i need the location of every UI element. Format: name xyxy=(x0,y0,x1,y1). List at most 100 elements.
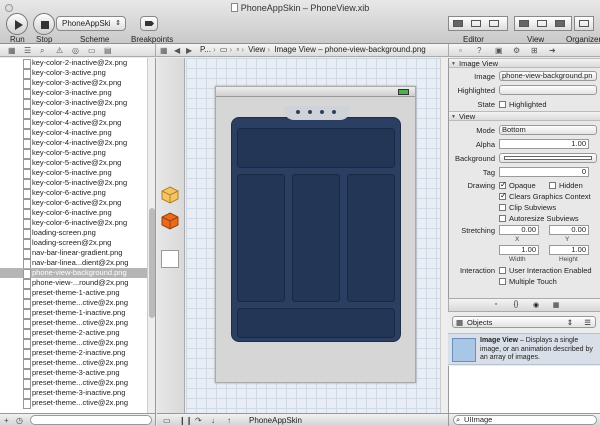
file-list-item[interactable]: key-color-4-active.png xyxy=(0,108,155,119)
file-list-item[interactable]: preset-theme-1-inactive.png xyxy=(0,308,155,319)
file-list-item[interactable]: key-color-5-active@2x.png xyxy=(0,158,155,169)
file-list-item[interactable]: key-color-6-inactive@2x.png xyxy=(0,218,155,229)
file-list-item[interactable]: preset-theme...ctive@2x.png xyxy=(0,398,155,409)
view-segmented-control[interactable] xyxy=(514,16,572,31)
file-list-item[interactable]: loading-screen@2x.png xyxy=(0,238,155,249)
back-arrow-icon[interactable]: ◀ xyxy=(174,46,180,55)
file-list-item[interactable]: key-color-6-inactive.png xyxy=(0,208,155,219)
connections-inspector-icon[interactable]: ➜ xyxy=(549,46,556,55)
utilities-toggle-icon[interactable] xyxy=(555,20,565,27)
hidden-checkbox[interactable]: Hidden xyxy=(549,181,583,190)
file-inspector-icon[interactable]: ▫ xyxy=(459,46,462,55)
file-list-item[interactable]: loading-screen.png xyxy=(0,228,155,239)
step-into-icon[interactable]: ↓ xyxy=(211,416,215,425)
checkbox[interactable] xyxy=(499,215,506,222)
interface-builder-canvas[interactable] xyxy=(186,58,448,413)
forward-arrow-icon[interactable]: ▶ xyxy=(186,46,192,55)
first-responder-cube-icon[interactable] xyxy=(161,212,179,230)
file-list-item[interactable]: phone-view-...round@2x.png xyxy=(0,278,155,289)
file-list-item[interactable]: key-color-2-inactive@2x.png xyxy=(0,58,155,69)
attributes-inspector-icon[interactable]: ⚙ xyxy=(513,46,520,55)
file-list-item[interactable]: preset-theme-2-active.png xyxy=(0,328,155,339)
standard-editor-icon[interactable] xyxy=(453,20,463,27)
breadcrumb-view[interactable]: View xyxy=(248,45,265,54)
file-list-item[interactable]: nav-bar-linea...dient@2x.png xyxy=(0,258,155,269)
project-navigator-icon[interactable]: ▦ xyxy=(8,46,16,55)
checkbox[interactable] xyxy=(499,267,506,274)
stretch-height-field[interactable]: 1.00 xyxy=(549,245,589,255)
file-list-item[interactable]: preset-theme...ctive@2x.png xyxy=(0,298,155,309)
stretch-width-field[interactable]: 1.00 xyxy=(499,245,539,255)
scroll-thumb[interactable] xyxy=(149,208,155,318)
file-list-item[interactable]: preset-theme-1-active.png xyxy=(0,288,155,299)
highlighted-select[interactable] xyxy=(499,85,597,95)
version-editor-icon[interactable] xyxy=(489,20,499,27)
file-list-item[interactable]: nav-bar-linear-gradient.png xyxy=(0,248,155,259)
navigator-toggle-icon[interactable] xyxy=(519,20,529,27)
navigator-scrollbar[interactable] xyxy=(147,58,155,413)
tag-field[interactable]: 0 xyxy=(499,167,589,177)
file-list-item[interactable]: key-color-3-active@2x.png xyxy=(0,78,155,89)
library-filter-select[interactable]: ▦ Objects ⇕ ☰ xyxy=(452,316,596,328)
breakpoints-button[interactable] xyxy=(140,16,158,31)
file-list-item[interactable]: key-color-6-active.png xyxy=(0,188,155,199)
checkbox[interactable] xyxy=(499,101,506,108)
navigator-filter-input[interactable] xyxy=(30,415,152,425)
file-list-item[interactable]: preset-theme...ctive@2x.png xyxy=(0,338,155,349)
editor-segmented-control[interactable] xyxy=(448,16,508,31)
breadcrumb-image-view[interactable]: Image View – phone-view-background.png xyxy=(274,45,426,54)
object-library-icon[interactable]: ◉ xyxy=(531,301,541,310)
file-list-item[interactable]: key-color-4-inactive.png xyxy=(0,128,155,139)
files-owner-cube-icon[interactable] xyxy=(161,186,179,204)
image-view-section-header[interactable]: Image View xyxy=(449,58,600,69)
quick-help-icon[interactable]: ? xyxy=(477,46,481,55)
debug-toggle-icon[interactable] xyxy=(537,20,547,27)
file-list-item[interactable]: preset-theme...ctive@2x.png xyxy=(0,378,155,389)
list-view-icon[interactable]: ☰ xyxy=(584,318,591,327)
phone-view-background-image[interactable] xyxy=(231,106,401,342)
autoresize-subviews-checkbox[interactable]: Autoresize Subviews xyxy=(499,214,579,223)
issue-navigator-icon[interactable]: ⚠ xyxy=(56,46,63,55)
file-icon[interactable]: ▫ xyxy=(236,45,239,54)
hide-debug-area-icon[interactable]: ▭ xyxy=(163,416,171,425)
stop-button[interactable] xyxy=(33,13,55,35)
checkbox[interactable] xyxy=(499,204,506,211)
stretch-y-field[interactable]: 0.00 xyxy=(549,225,589,235)
file-list-item[interactable]: key-color-5-active.png xyxy=(0,148,155,159)
checkbox[interactable] xyxy=(549,182,556,189)
breakpoint-navigator-icon[interactable]: ▭ xyxy=(88,46,96,55)
canvas-scrollbar[interactable] xyxy=(440,58,448,413)
media-library-icon[interactable]: ▦ xyxy=(551,301,561,310)
file-list-item[interactable]: key-color-6-active@2x.png xyxy=(0,198,155,209)
file-list-item[interactable]: key-color-3-inactive.png xyxy=(0,88,155,99)
file-list-item[interactable]: key-color-5-inactive.png xyxy=(0,168,155,179)
file-list-item[interactable]: preset-theme...ctive@2x.png xyxy=(0,358,155,369)
clears-graphics-checkbox[interactable]: Clears Graphics Context xyxy=(499,191,591,201)
file-list-item[interactable]: key-color-4-inactive@2x.png xyxy=(0,138,155,149)
file-list-item[interactable]: key-color-3-inactive@2x.png xyxy=(0,98,155,109)
stretch-x-field[interactable]: 0.00 xyxy=(499,225,539,235)
folder-icon[interactable]: ▭ xyxy=(220,45,228,54)
file-list-item[interactable]: phone-view-background.png xyxy=(0,268,155,279)
log-navigator-icon[interactable]: ▤ xyxy=(104,46,112,55)
background-color-well[interactable] xyxy=(499,153,597,163)
library-search-input[interactable]: ⌕ UIImage xyxy=(453,415,597,425)
file-list-item[interactable]: preset-theme...ctive@2x.png xyxy=(0,318,155,329)
checkbox[interactable] xyxy=(499,180,507,189)
clip-subviews-checkbox[interactable]: Clip Subviews xyxy=(499,203,556,212)
checkbox[interactable] xyxy=(499,191,507,200)
user-interaction-checkbox[interactable]: User Interaction Enabled xyxy=(499,266,592,275)
view-object-icon[interactable] xyxy=(161,250,179,268)
code-snippet-library-icon[interactable]: {} xyxy=(511,301,521,310)
breadcrumb-project[interactable]: P... xyxy=(200,45,211,54)
image-select[interactable]: phone-view-background.pn xyxy=(499,71,597,81)
file-list-item[interactable]: key-color-3-active.png xyxy=(0,68,155,79)
file-list-item[interactable]: preset-theme-3-inactive.png xyxy=(0,388,155,399)
file-list-item[interactable]: preset-theme-2-inactive.png xyxy=(0,348,155,359)
step-over-icon[interactable]: ↷ xyxy=(195,416,202,425)
related-items-icon[interactable]: ▦ xyxy=(160,46,168,55)
view-frame[interactable] xyxy=(215,86,416,383)
opaque-checkbox[interactable]: Opaque xyxy=(499,180,536,190)
size-inspector-icon[interactable]: ⊞ xyxy=(531,46,538,55)
alpha-field[interactable]: 1.00 xyxy=(499,139,589,149)
